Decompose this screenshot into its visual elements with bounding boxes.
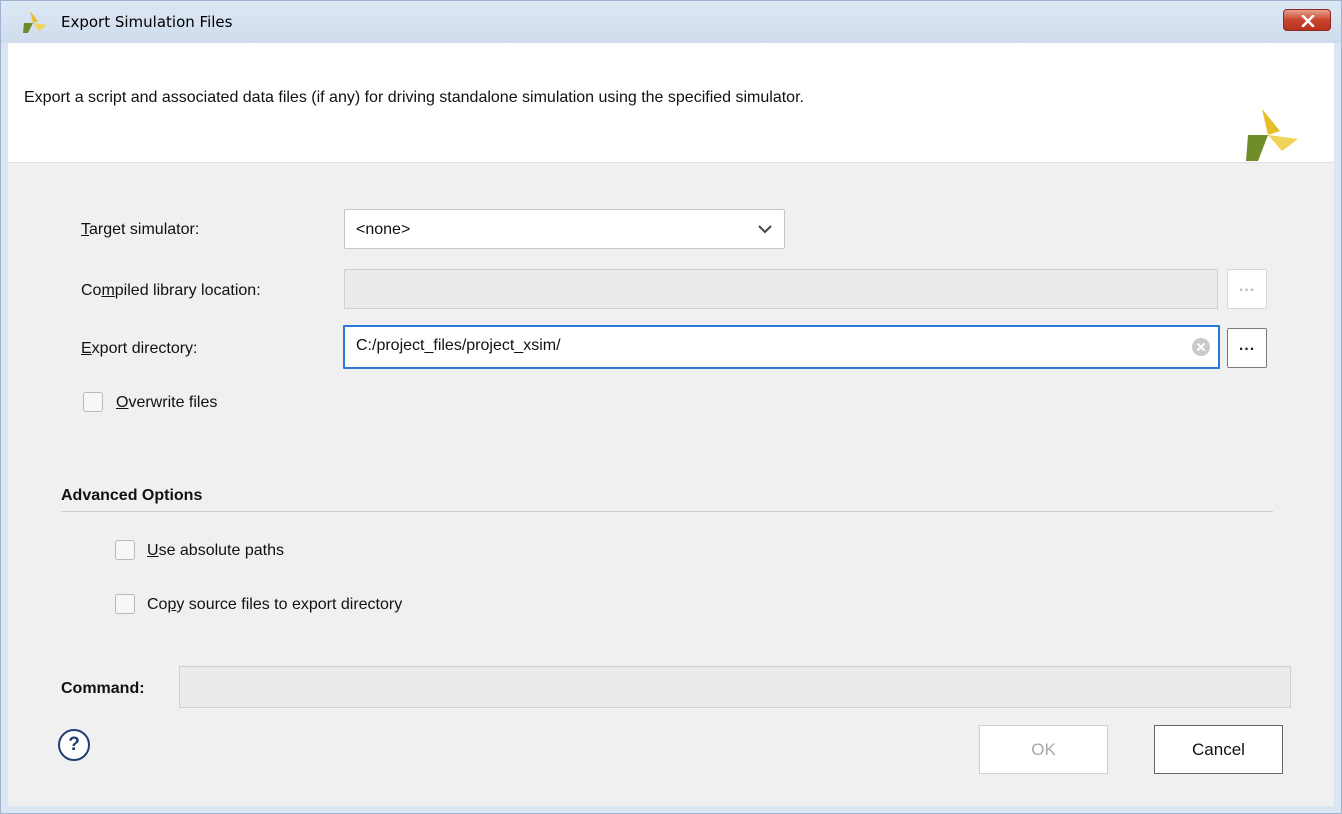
compiled-library-label-text: piled library location: bbox=[114, 282, 261, 299]
cancel-button[interactable]: Cancel bbox=[1154, 725, 1283, 774]
overwrite-files-label-text: verwrite files bbox=[128, 394, 218, 411]
target-simulator-label-text: arget simulator: bbox=[89, 221, 200, 238]
dialog-window: Export Simulation Files Export a script … bbox=[0, 0, 1342, 814]
vivado-logo-icon bbox=[1246, 109, 1298, 161]
compiled-library-browse-button: ... bbox=[1227, 269, 1267, 309]
use-absolute-paths-label[interactable]: Use absolute paths bbox=[147, 542, 284, 560]
dialog-body: Export a script and associated data file… bbox=[8, 43, 1334, 806]
target-simulator-select[interactable]: <none> bbox=[344, 209, 785, 249]
window-title: Export Simulation Files bbox=[61, 13, 233, 31]
clear-icon[interactable] bbox=[1190, 336, 1212, 358]
close-icon bbox=[1301, 15, 1315, 27]
export-directory-label-text: xport directory: bbox=[91, 340, 198, 357]
vivado-logo-icon bbox=[23, 11, 47, 33]
header-panel: Export a script and associated data file… bbox=[8, 43, 1334, 163]
copy-source-files-checkbox[interactable] bbox=[115, 594, 135, 614]
close-button[interactable] bbox=[1283, 9, 1331, 31]
chevron-down-icon bbox=[758, 225, 772, 234]
use-absolute-paths-checkbox[interactable] bbox=[115, 540, 135, 560]
export-directory-label: Export directory: bbox=[81, 340, 198, 357]
advanced-options-title: Advanced Options bbox=[61, 487, 203, 504]
export-directory-input[interactable]: C:/project_files/project_xsim/ bbox=[343, 325, 1220, 369]
compiled-library-label: Compiled library location: bbox=[81, 282, 261, 299]
header-description: Export a script and associated data file… bbox=[24, 89, 804, 106]
title-bar[interactable]: Export Simulation Files bbox=[1, 1, 1341, 43]
overwrite-files-label[interactable]: Overwrite files bbox=[116, 394, 217, 412]
overwrite-files-checkbox[interactable] bbox=[83, 392, 103, 412]
target-simulator-label: Target simulator: bbox=[81, 221, 200, 238]
ok-button: OK bbox=[979, 725, 1108, 774]
section-divider bbox=[61, 511, 1273, 512]
help-button[interactable]: ? bbox=[58, 729, 90, 761]
command-field bbox=[179, 666, 1291, 708]
export-directory-value: C:/project_files/project_xsim/ bbox=[356, 337, 561, 354]
command-label: Command: bbox=[61, 680, 145, 697]
use-absolute-paths-label-text: se absolute paths bbox=[158, 542, 284, 559]
copy-source-files-label[interactable]: Copy source files to export directory bbox=[147, 596, 402, 614]
target-simulator-value: <none> bbox=[356, 221, 411, 238]
compiled-library-field bbox=[344, 269, 1218, 309]
copy-source-files-label-text: y source files to export directory bbox=[176, 596, 403, 613]
export-directory-browse-button[interactable]: ... bbox=[1227, 328, 1267, 368]
